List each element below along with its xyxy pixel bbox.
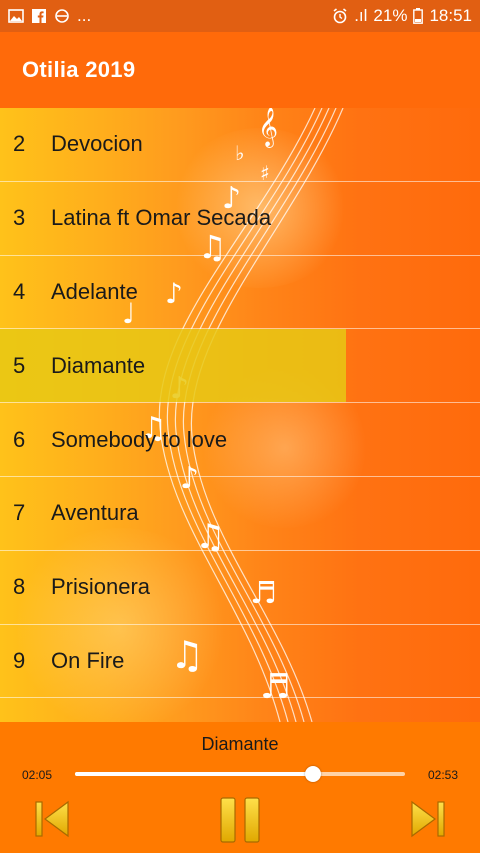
skip-next-icon	[411, 800, 445, 838]
skip-previous-icon	[35, 800, 69, 838]
battery-percent: 21%	[373, 6, 408, 25]
status-bar-left: ...	[8, 6, 91, 26]
app-bar: Otilia 2019	[0, 32, 480, 108]
track-number: 7	[13, 500, 26, 526]
more-notifications-indicator: ...	[77, 6, 92, 25]
track-number: 6	[13, 426, 26, 452]
track-number: 2	[13, 131, 26, 157]
track-number: 5	[13, 352, 26, 378]
track-title: Diamante	[51, 352, 146, 378]
battery-icon	[413, 8, 424, 24]
track-title: Somebody to love	[51, 426, 228, 452]
pause-button[interactable]	[218, 796, 262, 849]
total-time: 02:53	[427, 768, 458, 782]
track-number: 3	[13, 205, 26, 231]
track-row[interactable]: 9 On Fire	[0, 625, 480, 699]
track-title: Devocion	[51, 131, 143, 157]
current-time: 02:05	[22, 768, 53, 782]
status-bar-right: .ıl 21% 18:51	[332, 6, 472, 26]
track-list: 2 Devocion 3 Latina ft Omar Secada 4 Ade…	[0, 108, 480, 699]
signal-strength: .ıl	[354, 6, 368, 25]
previous-button[interactable]	[34, 800, 70, 843]
facebook-icon	[31, 8, 47, 24]
pause-icon	[220, 797, 260, 843]
track-title: Adelante	[51, 278, 138, 304]
alarm-icon	[332, 8, 348, 24]
track-number: 9	[13, 647, 26, 673]
track-row[interactable]: 7 Aventura	[0, 477, 480, 551]
track-row[interactable]: 2 Devocion	[0, 108, 480, 182]
now-playing-title: Diamante	[201, 734, 279, 754]
track-row[interactable]: 8 Prisionera	[0, 551, 480, 625]
next-button[interactable]	[410, 800, 446, 843]
track-row[interactable]: 3 Latina ft Omar Secada	[0, 182, 480, 256]
track-row-selected[interactable]: 5 Diamante	[0, 329, 480, 404]
track-number: 8	[13, 574, 26, 600]
track-title: Prisionera	[51, 574, 151, 600]
status-bar: ... .ıl 21% 18:51	[0, 0, 480, 32]
track-number: 4	[13, 278, 26, 304]
seek-bar[interactable]	[75, 766, 405, 782]
track-row[interactable]: 6 Somebody to love	[0, 403, 480, 477]
app-title: Otilia 2019	[22, 57, 136, 82]
track-title: Latina ft Omar Secada	[51, 205, 272, 231]
sync-icon	[54, 8, 70, 24]
track-title: Aventura	[51, 500, 139, 526]
track-row[interactable]: 4 Adelante	[0, 256, 480, 330]
track-title: On Fire	[51, 647, 125, 673]
seek-bar-progress	[75, 772, 313, 776]
gallery-icon	[8, 8, 24, 24]
seek-bar-thumb[interactable]	[304, 766, 321, 782]
track-list-area[interactable]: 𝄞 ♭ ♯ ♪ ♫ ♪ ♩ ♪ ♫ ♪ ♫ ♬ ♫ ♬ 2 Devocion 3…	[0, 108, 480, 722]
status-time: 18:51	[429, 6, 472, 25]
player-panel: Diamante 02:05 02:53	[0, 722, 480, 853]
